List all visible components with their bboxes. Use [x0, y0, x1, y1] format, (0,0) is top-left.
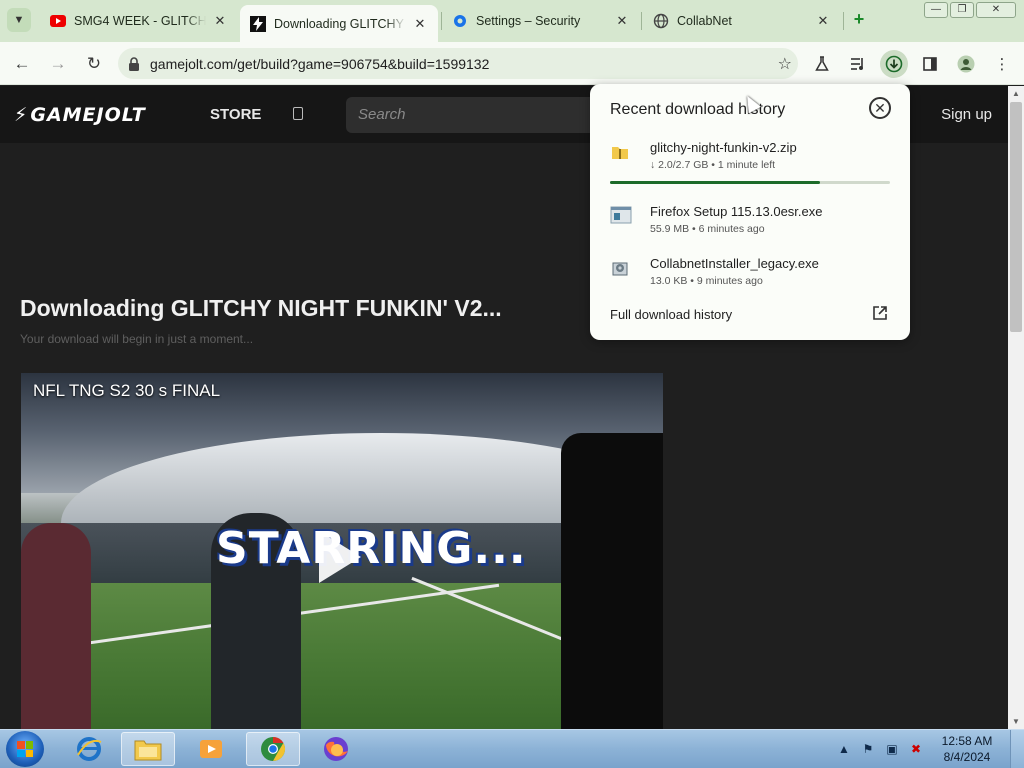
exe-installer-icon	[610, 206, 632, 228]
globe-icon	[653, 13, 669, 29]
tab-title: SMG4 WEEK - GLITCHY	[74, 14, 206, 28]
file-explorer-icon[interactable]	[121, 732, 175, 766]
download-item[interactable]: glitchy-night-funkin-v2.zip ↓ 2.0/2.7 GB…	[610, 140, 890, 180]
clock-time: 12:58 AM	[941, 734, 993, 748]
reload-button[interactable]: ↻	[80, 50, 108, 78]
youtube-icon	[50, 13, 66, 29]
download-status: 13.0 KB • 9 minutes ago	[650, 275, 763, 287]
lightning-bolt-icon: ⚡	[14, 104, 29, 126]
url-text: gamejolt.com/get/build?game=906754&build…	[150, 55, 490, 72]
settings-gear-icon	[452, 13, 468, 29]
tab-title: Settings – Security	[476, 14, 581, 28]
new-tab-button[interactable]: +	[848, 9, 870, 31]
download-item[interactable]: Firefox Setup 115.13.0esr.exe 55.9 MB • …	[610, 204, 890, 244]
exe-setup-icon	[610, 258, 632, 280]
signup-link[interactable]: Sign up	[941, 106, 992, 123]
video-person	[21, 523, 91, 729]
play-icon[interactable]	[319, 531, 361, 583]
media-player-icon[interactable]	[184, 732, 238, 766]
windows-logo-icon	[17, 741, 33, 757]
chrome-icon[interactable]	[246, 732, 300, 766]
close-icon[interactable]: ✕	[212, 13, 228, 29]
side-panel-icon[interactable]	[916, 50, 944, 78]
page-subtitle: Your download will begin in just a momen…	[20, 332, 254, 346]
close-icon[interactable]: ✕	[412, 16, 428, 32]
full-download-history-link[interactable]: Full download history	[610, 307, 732, 322]
download-filename: CollabnetInstaller_legacy.exe	[650, 256, 819, 271]
internet-explorer-icon[interactable]	[62, 732, 116, 766]
system-clock[interactable]: 12:58 AM 8/4/2024	[936, 733, 998, 765]
browser-toolbar: ← → ↻ gamejolt.com/get/build?game=906754…	[0, 42, 1024, 85]
downloads-icon[interactable]	[880, 50, 908, 78]
window-controls: — ❐ ✕	[924, 2, 1016, 18]
close-icon[interactable]: ✕	[869, 97, 891, 119]
tab-title: Downloading GLITCHY	[274, 16, 404, 31]
close-window-button[interactable]: ✕	[976, 2, 1016, 18]
media-queue-icon[interactable]	[844, 50, 872, 78]
video-overlay-text: STARRING...	[216, 523, 527, 574]
page-title: Downloading GLITCHY NIGHT FUNKIN' V2...	[20, 295, 502, 321]
download-status: 55.9 MB • 6 minutes ago	[650, 223, 765, 235]
download-filename: Firefox Setup 115.13.0esr.exe	[650, 204, 823, 219]
tab-separator	[641, 12, 642, 30]
store-link[interactable]: STORE	[210, 106, 261, 123]
firefox-icon[interactable]	[309, 732, 363, 766]
restore-button[interactable]: ❐	[950, 2, 974, 18]
show-desktop-button[interactable]	[1010, 730, 1024, 768]
search-input[interactable]: Search	[346, 97, 596, 133]
scroll-down-icon[interactable]: ▼	[1011, 717, 1021, 726]
gamejolt-icon	[250, 15, 266, 32]
minimize-button[interactable]: —	[924, 2, 948, 18]
video-ad-player[interactable]: NFL TNG S2 30 s FINAL STARRING...	[21, 373, 663, 729]
logo-text-jolt: JOLT	[96, 104, 146, 126]
video-camera-rig	[561, 433, 663, 729]
close-icon[interactable]: ✕	[815, 13, 831, 29]
download-history-bubble: Recent download history ✕ glitchy-night-…	[590, 84, 910, 340]
tab-strip: ▼ SMG4 WEEK - GLITCHY ✕ Downloading GLIT…	[0, 0, 1024, 42]
close-icon[interactable]: ✕	[614, 13, 630, 29]
lock-icon[interactable]	[128, 56, 142, 71]
logo-text-game: GAME	[30, 104, 97, 126]
download-progress-fill	[610, 181, 820, 184]
open-external-icon[interactable]	[872, 305, 890, 323]
tab-search-button[interactable]: ▼	[7, 8, 31, 32]
zip-folder-icon	[610, 142, 632, 164]
download-filename: glitchy-night-funkin-v2.zip	[650, 140, 797, 155]
library-icon[interactable]	[293, 107, 303, 120]
tab-settings-security[interactable]: Settings – Security ✕	[442, 5, 640, 37]
download-item[interactable]: CollabnetInstaller_legacy.exe 13.0 KB • …	[610, 256, 890, 296]
gamejolt-logo[interactable]: ⚡ GAMEJOLT	[14, 104, 146, 126]
network-icon[interactable]: ▣	[884, 742, 900, 758]
profile-avatar-icon[interactable]	[952, 50, 980, 78]
video-title: NFL TNG S2 30 s FINAL	[33, 381, 221, 400]
forward-button[interactable]: →	[44, 50, 72, 78]
address-bar[interactable]: gamejolt.com/get/build?game=906754&build…	[118, 48, 798, 79]
tab-title: CollabNet	[677, 14, 732, 28]
system-tray: ▲ ⚑ ▣ ✖	[832, 730, 928, 768]
labs-flask-icon[interactable]	[808, 50, 836, 78]
download-status: ↓ 2.0/2.7 GB • 1 minute left	[650, 159, 776, 171]
download-progress-bar	[610, 181, 890, 184]
scrollbar-thumb[interactable]	[1010, 102, 1022, 332]
chevron-down-icon: ▼	[13, 14, 25, 26]
tab-collabnet[interactable]: CollabNet ✕	[643, 5, 841, 37]
windows-taskbar: ▲ ⚑ ▣ ✖ 12:58 AM 8/4/2024	[0, 729, 1024, 768]
tab-smg4[interactable]: SMG4 WEEK - GLITCHY ✕	[40, 5, 238, 37]
volume-muted-icon[interactable]: ✖	[908, 742, 924, 758]
bookmark-star-icon[interactable]: ☆	[778, 54, 792, 74]
browser-menu-icon[interactable]: ⋮	[988, 50, 1016, 78]
back-button[interactable]: ←	[8, 50, 36, 78]
scroll-up-icon[interactable]: ▲	[1011, 89, 1021, 98]
start-button[interactable]	[6, 731, 44, 767]
tab-downloading[interactable]: Downloading GLITCHY ✕	[240, 5, 438, 42]
page-scrollbar[interactable]: ▲ ▼	[1008, 86, 1024, 729]
tab-separator	[843, 12, 844, 30]
show-hidden-icons-icon[interactable]: ▲	[836, 742, 852, 758]
clock-date: 8/4/2024	[943, 750, 991, 764]
action-center-flag-icon[interactable]: ⚑	[860, 742, 876, 758]
